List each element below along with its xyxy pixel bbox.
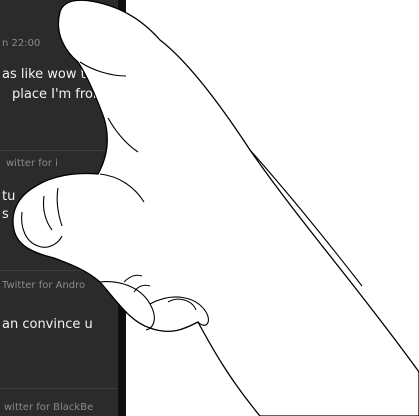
- hand-body: [12, 0, 419, 416]
- photo-scene: n 22:00 as like wow they place I'm from …: [0, 0, 419, 416]
- hand-illustration: [12, 0, 419, 416]
